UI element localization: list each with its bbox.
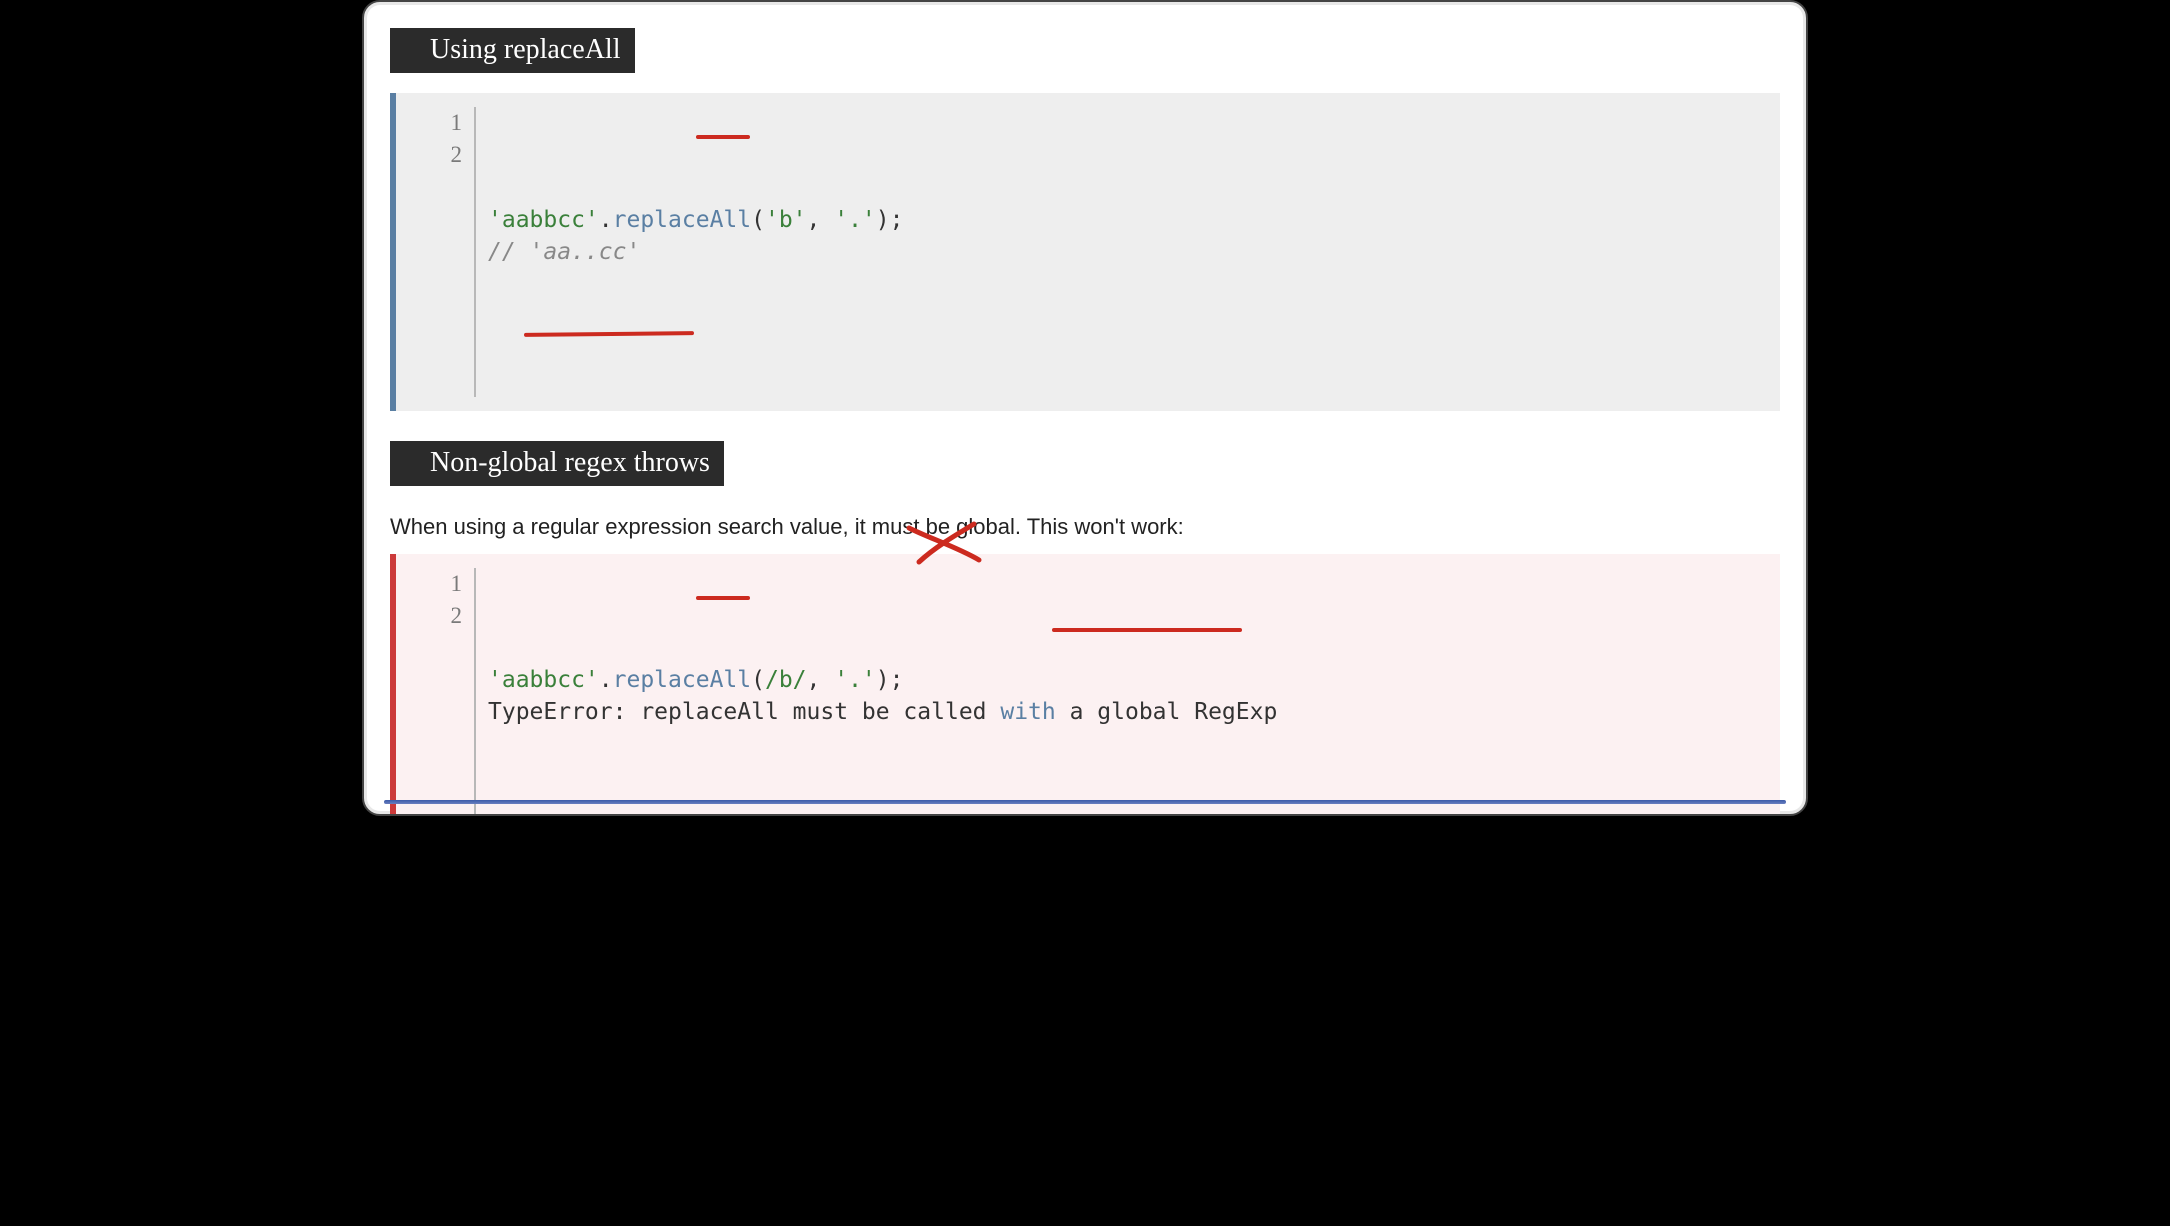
code-token: '.'	[834, 667, 876, 693]
code-block-error: 1 2 'aabbcc'.replaceAll(/b/, '.'); TypeE…	[390, 554, 1780, 816]
code-token: 'b'	[765, 207, 807, 233]
annotation-underline	[696, 135, 750, 139]
code-block-basic: 1 2 'aabbcc'.replaceAll('b', '.'); // 'a…	[390, 93, 1780, 411]
code-token: a global RegExp	[1056, 699, 1278, 725]
code-body: 'aabbcc'.replaceAll('b', '.'); // 'aa..c…	[488, 204, 1760, 268]
code-token: replaceAll	[613, 667, 751, 693]
line-number: 1	[451, 110, 463, 135]
code-token: .	[599, 207, 613, 233]
code-token: (	[751, 207, 765, 233]
code-token: );	[876, 207, 904, 233]
code-token: TypeError	[488, 699, 613, 725]
code-token: with	[1000, 699, 1055, 725]
code-token: replaceAll must be called	[640, 699, 1000, 725]
annotation-underline	[696, 596, 750, 600]
line-number: 1	[451, 571, 463, 596]
code-gutter: 1 2	[434, 568, 476, 816]
code-token: '.'	[834, 207, 876, 233]
code-token: .	[599, 667, 613, 693]
code-gutter: 1 2	[434, 107, 476, 397]
section-title-using-replaceall: Using replaceAll	[390, 28, 635, 73]
paragraph-nonglobal-intro: When using a regular expression search v…	[390, 514, 1780, 540]
annotation-underline	[1052, 628, 1242, 632]
code-token: 'aabbcc'	[488, 207, 599, 233]
code-token: replaceAll	[613, 207, 751, 233]
line-number: 2	[451, 603, 463, 628]
line-number: 2	[451, 142, 463, 167]
code-token: // 'aa..cc'	[488, 239, 640, 265]
code-token: );	[876, 667, 904, 693]
slide: Using replaceAll 1 2 'aabbcc'.replaceAll…	[362, 0, 1808, 816]
section-title-nonglobal-throws: Non-global regex throws	[390, 441, 724, 486]
code-token: /b/	[765, 667, 807, 693]
slide-bottom-rule	[384, 800, 1786, 804]
code-token: ,	[807, 207, 835, 233]
code-token: (	[751, 667, 765, 693]
code-body: 'aabbcc'.replaceAll(/b/, '.'); TypeError…	[488, 664, 1760, 728]
code-token: :	[613, 699, 641, 725]
code-token: 'aabbcc'	[488, 667, 599, 693]
code-token: ,	[807, 667, 835, 693]
